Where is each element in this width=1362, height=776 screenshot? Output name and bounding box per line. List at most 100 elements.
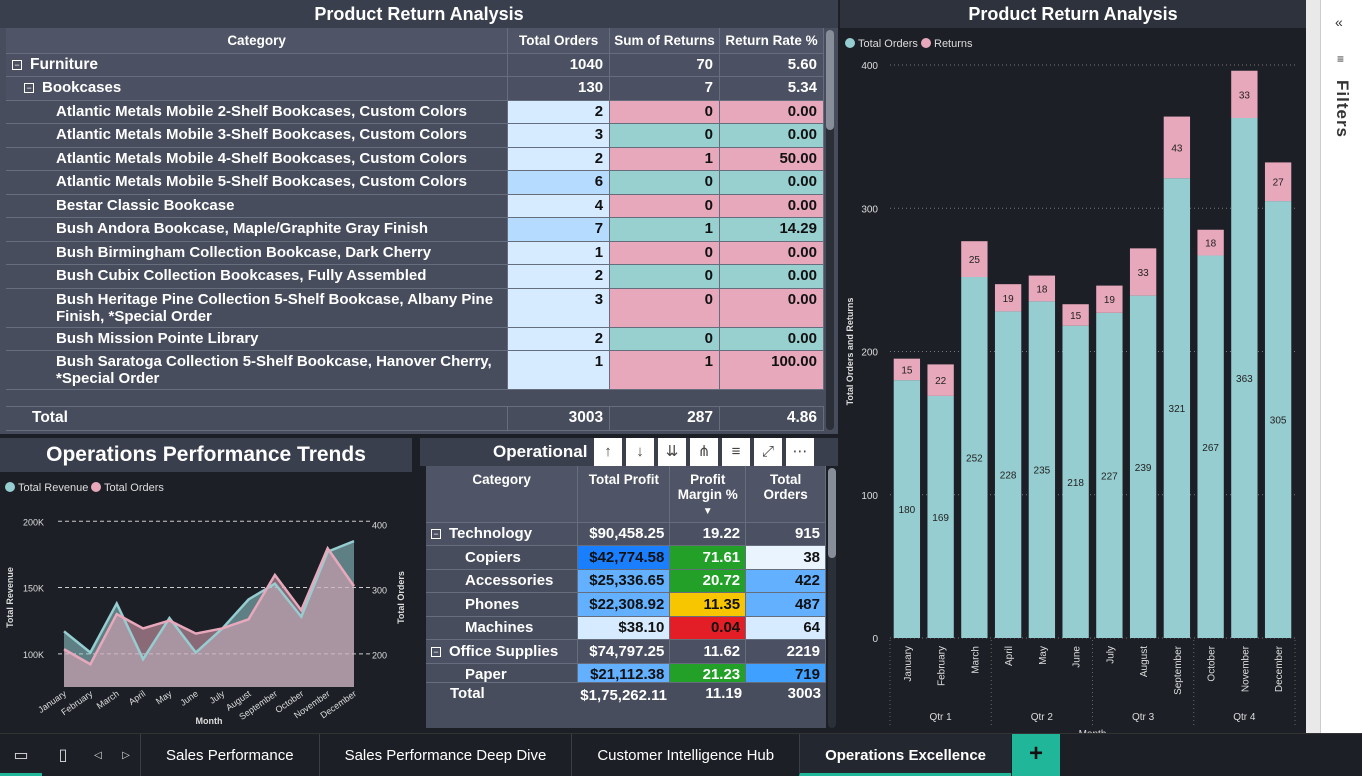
cell-returns: 1 (609, 147, 721, 171)
data-label-orders: 228 (1000, 471, 1017, 482)
col-header-profit-margin[interactable]: Profit Margin % ▼ (669, 466, 747, 523)
table-row-phones[interactable]: Phones $22,308.92 11.35 487 (426, 592, 826, 617)
table-row-office-supplies[interactable]: − Office Supplies $74,797.25 11.62 2219 (426, 639, 826, 664)
prev-page-icon[interactable]: ◁ (84, 734, 112, 776)
collapse-icon[interactable]: − (431, 646, 441, 657)
filter-icon[interactable]: ≡ (722, 438, 750, 466)
chart-legend: Total Orders Returns (845, 38, 973, 50)
table-row[interactable]: Atlantic Metals Mobile 4-Shelf Bookcases… (6, 147, 824, 171)
row-label: Atlantic Metals Mobile 3-Shelf Bookcases… (6, 123, 509, 148)
cell-margin: 71.61 (669, 545, 747, 570)
total-rate: 4.86 (719, 407, 824, 431)
cell-orders: 2 (507, 327, 611, 351)
bar-group-november: 363 33 (1231, 70, 1258, 638)
ops-matrix: Category Total Profit Profit Margin % ▼ T… (426, 466, 826, 687)
data-label-returns: 18 (1036, 284, 1048, 295)
row-label: Atlantic Metals Mobile 2-Shelf Bookcases… (6, 100, 509, 124)
data-label-returns: 19 (1003, 294, 1015, 305)
filters-label[interactable]: Filters (1332, 80, 1352, 138)
col-header-category[interactable]: Category (6, 28, 509, 54)
chart-legend: Total Revenue Total Orders (5, 482, 164, 494)
collapse-icon[interactable]: − (431, 529, 441, 540)
more-options-icon[interactable]: ⋯ (786, 438, 814, 466)
focus-mode-icon[interactable]: ⤢ (754, 438, 782, 466)
legend-swatch-orders (91, 482, 101, 492)
filters-pane[interactable]: « ≡ Filters (1320, 0, 1362, 733)
table-row-technology[interactable]: − Technology $90,458.25 19.22 915 (426, 522, 826, 546)
expand-all-down-icon[interactable]: ⇊ (658, 438, 686, 466)
col-header-sum-returns[interactable]: Sum of Returns (609, 28, 721, 54)
table-row-machines[interactable]: Machines $38.10 0.04 64 (426, 616, 826, 640)
data-label-returns: 19 (1104, 295, 1116, 306)
col-header-category[interactable]: Category (426, 466, 579, 523)
table-row[interactable]: Atlantic Metals Mobile 3-Shelf Bookcases… (6, 123, 824, 148)
return-chart-visual[interactable]: Product Return Analysis Total Orders Retu… (840, 0, 1306, 733)
row-label: Atlantic Metals Mobile 5-Shelf Bookcases… (6, 170, 509, 195)
add-page-button[interactable]: + (1012, 734, 1060, 776)
cell-margin: 11.35 (669, 592, 747, 617)
desktop-view-icon[interactable]: ▭ (0, 734, 42, 776)
drill-down-icon[interactable]: ↓ (626, 438, 654, 466)
col-header-return-rate[interactable]: Return Rate % (719, 28, 824, 54)
x-tick-label: July (1105, 646, 1116, 664)
vertical-scrollbar[interactable] (826, 30, 834, 430)
tab-operations-excellence[interactable]: Operations Excellence (799, 734, 1011, 776)
table-row[interactable]: Bush Mission Pointe Library 2 0 0.00 (6, 327, 824, 351)
drill-up-icon[interactable]: ↑ (594, 438, 622, 466)
cell-profit: $25,336.65 (577, 569, 671, 593)
table-row-bookcases[interactable]: − Bookcases 130 7 5.34 (6, 76, 824, 101)
matrix-container[interactable]: Category Total Orders Sum of Returns Ret… (6, 28, 824, 434)
data-label-orders: 169 (932, 513, 949, 524)
col-header-total-profit[interactable]: Total Profit (577, 466, 671, 523)
data-label-orders: 321 (1169, 404, 1186, 415)
x-tick-label: May (1038, 646, 1049, 665)
cell-profit: $22,308.92 (577, 592, 671, 617)
tab-sales-performance-deep-dive[interactable]: Sales Performance Deep Dive (318, 734, 572, 776)
tab-customer-intelligence-hub[interactable]: Customer Intelligence Hub (571, 734, 799, 776)
table-row-accessories[interactable]: Accessories $25,336.65 20.72 422 (426, 569, 826, 593)
scrollbar-thumb[interactable] (828, 468, 836, 558)
quarter-label: Qtr 2 (1031, 712, 1054, 723)
cell-returns: 0 (609, 327, 721, 351)
x-tick-label: April (1004, 646, 1015, 666)
cell-rate: 0.00 (719, 288, 824, 328)
ops-trends-visual[interactable]: Operations Performance Trends Total Reve… (0, 438, 418, 733)
table-row[interactable]: Bush Birmingham Collection Bookcase, Dar… (6, 241, 824, 265)
cell-rate: 50.00 (719, 147, 824, 171)
table-row[interactable]: Atlantic Metals Mobile 5-Shelf Bookcases… (6, 170, 824, 195)
cell-orders: 1040 (507, 53, 611, 77)
table-row[interactable]: Bush Cubix Collection Bookcases, Fully A… (6, 264, 824, 289)
mobile-view-icon[interactable]: ▯ (42, 734, 84, 776)
tab-sales-performance[interactable]: Sales Performance (140, 734, 319, 776)
header-label: Profit Margin % (677, 472, 738, 502)
cell-orders: 1 (507, 241, 611, 265)
table-row[interactable]: Bush Heritage Pine Collection 5-Shelf Bo… (6, 288, 824, 328)
col-header-total-orders[interactable]: Total Orders (507, 28, 611, 54)
cell-orders: 915 (745, 522, 826, 546)
vertical-scrollbar[interactable] (828, 468, 836, 728)
ops-table-visual[interactable]: Operationalaly Category Total Profit Pro… (420, 438, 838, 733)
table-row-copiers[interactable]: Copiers $42,774.58 71.61 38 (426, 545, 826, 570)
quarter-label: Qtr 4 (1233, 712, 1256, 723)
collapse-icon[interactable]: − (24, 83, 34, 93)
table-row[interactable]: Bestar Classic Bookcase 4 0 0.00 (6, 194, 824, 218)
cell-orders: 6 (507, 170, 611, 195)
stacked-bar-chart: Total Orders Returns 0 100 200 300 400 Total Or… (845, 38, 1296, 733)
col-header-total-orders[interactable]: Total Orders (745, 466, 826, 523)
table-row-furniture[interactable]: − Furniture 1040 70 5.60 (6, 53, 824, 77)
table-row[interactable]: Atlantic Metals Mobile 2-Shelf Bookcases… (6, 100, 824, 124)
product-return-table-visual[interactable]: Product Return Analysis Category Total O… (0, 0, 838, 434)
table-row[interactable]: Bush Saratoga Collection 5-Shelf Bookcas… (6, 350, 824, 390)
row-label: Phones (426, 592, 579, 617)
collapse-icon[interactable]: − (12, 59, 22, 70)
table-row[interactable]: Bush Andora Bookcase, Maple/Graphite Gra… (6, 217, 824, 242)
expand-hierarchy-icon[interactable]: ⋔ (690, 438, 718, 466)
bar-group-may: 235 18 (1028, 275, 1056, 638)
expand-chevron-icon[interactable]: « (1335, 14, 1343, 30)
cell-margin: 11.62 (669, 639, 747, 664)
next-page-icon[interactable]: ▷ (112, 734, 140, 776)
data-label-returns: 15 (901, 365, 913, 376)
cell-orders: 422 (745, 569, 826, 593)
scrollbar-thumb[interactable] (826, 30, 834, 130)
row-label: Furniture (30, 55, 99, 73)
